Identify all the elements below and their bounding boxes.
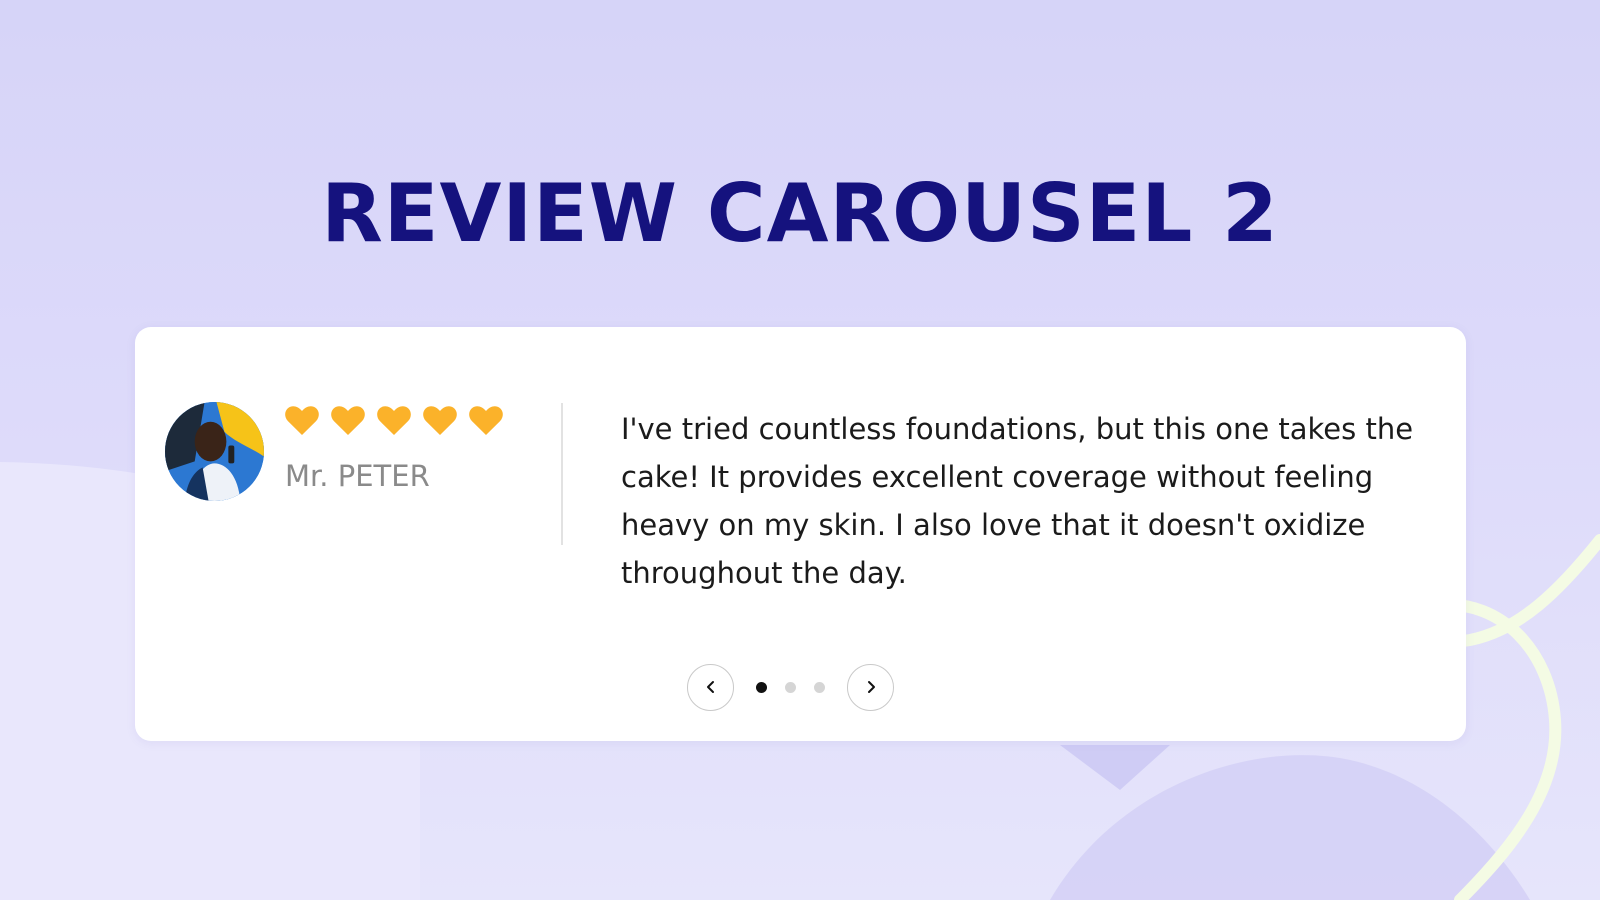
- carousel-navigation: [687, 661, 894, 713]
- heart-icon: [469, 406, 503, 436]
- next-slide-button[interactable]: [847, 663, 894, 711]
- reviewer-name: Mr. PETER: [285, 459, 430, 493]
- review-text: I've tried countless foundations, but th…: [621, 412, 1414, 590]
- chevron-right-icon: [867, 681, 875, 693]
- slide-dot-3[interactable]: [814, 681, 825, 693]
- slide-dot-2[interactable]: [785, 681, 796, 693]
- previous-slide-button[interactable]: [687, 663, 734, 711]
- review-card: Mr. PETER I've tried countless foundatio…: [135, 327, 1466, 741]
- heart-icon: [331, 406, 365, 436]
- heart-icon: [377, 406, 411, 436]
- page-title: REVIEW CAROUSEL 2: [321, 167, 1279, 260]
- chevron-left-icon: [706, 681, 714, 693]
- divider: [561, 403, 563, 545]
- reviewer-photo: [165, 402, 264, 501]
- slide-dot-1[interactable]: [756, 681, 767, 693]
- heart-icon: [285, 406, 319, 436]
- star-rating: [283, 401, 505, 443]
- heart-icon: [423, 406, 457, 436]
- avatar: [165, 402, 264, 501]
- slide-indicators: [756, 681, 825, 693]
